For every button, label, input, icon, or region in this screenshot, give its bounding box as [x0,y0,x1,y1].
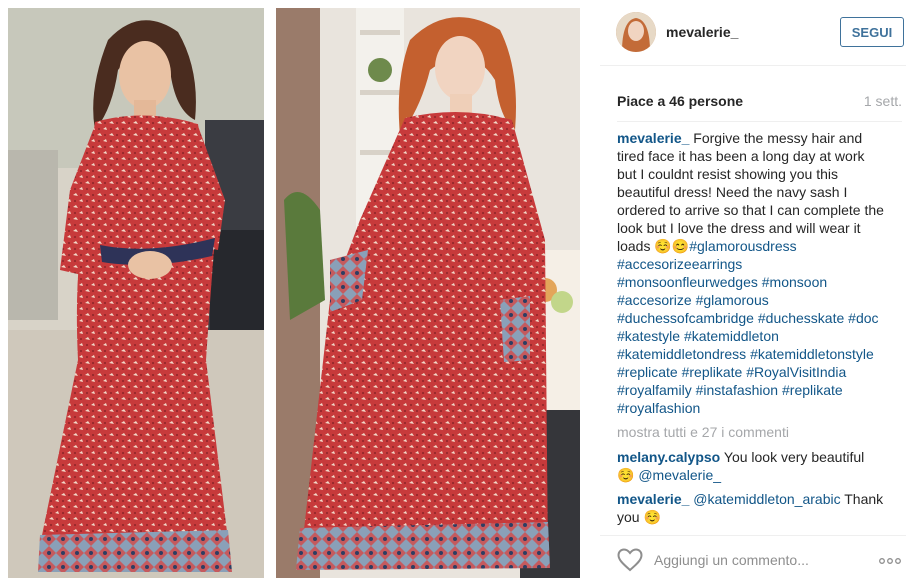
hashtag-link[interactable]: #duchessofcambridge [617,310,754,326]
hashtag-link[interactable]: #monsoonfleurwedges [617,274,758,290]
hashtag-link[interactable]: #doc [848,310,878,326]
caption-text: Forgive the messy hair and tired face it… [617,130,884,254]
avatar-image [616,12,656,52]
post-photo[interactable] [0,0,600,586]
add-comment-input[interactable] [654,550,854,570]
more-options-icon[interactable] [878,557,902,565]
right-photo [276,8,580,578]
post-actions [600,535,906,585]
avatar[interactable] [616,12,656,52]
post-timestamp[interactable]: 1 sett. [864,93,902,109]
left-photo [8,8,264,578]
follow-button[interactable]: SEGUI [840,17,904,47]
comment-author[interactable]: mevalerie_ [617,491,689,507]
comments-section: mevalerie_ Forgive the messy hair and ti… [617,129,885,532]
likes-count[interactable]: Piace a 46 persone [617,93,743,109]
hashtag-link[interactable]: #RoyalVisitIndia [746,364,846,380]
hashtag-link[interactable]: #katestyle [617,328,680,344]
post-header: mevalerie_ SEGUI [600,0,906,66]
caption: mevalerie_ Forgive the messy hair and ti… [617,129,885,417]
heart-icon[interactable] [617,548,643,572]
hashtag-link[interactable]: #replikate [782,382,843,398]
hashtag-link[interactable]: #katemiddleton [684,328,779,344]
hashtag-link[interactable]: #instafashion [696,382,779,398]
comment-mention[interactable]: @mevalerie_ [638,467,721,483]
hashtag-link[interactable]: #replikate [682,364,743,380]
hashtag-link[interactable]: #royalfashion [617,400,700,416]
comment-item: mevalerie_ @katemiddleton_arabic Thank y… [617,490,885,526]
hashtag-link[interactable]: #replicate [617,364,678,380]
hashtag-link[interactable]: #accesorize [617,292,692,308]
caption-author[interactable]: mevalerie_ [617,130,689,146]
divider [617,121,902,122]
comment-author[interactable]: melany.calypso [617,449,720,465]
hashtag-link[interactable]: #accesorizeearrings [617,256,742,272]
comment-item: melany.calypso You look very beautiful ☺… [617,448,885,484]
post-sidebar: mevalerie_ SEGUI Piace a 46 persone 1 se… [600,0,906,586]
hashtag-link[interactable]: #royalfamily [617,382,692,398]
show-all-comments-link[interactable]: mostra tutti e 27 i commenti [617,423,885,441]
author-username[interactable]: mevalerie_ [666,24,738,40]
comment-mention[interactable]: @katemiddleton_arabic [693,491,840,507]
hashtag-link[interactable]: #katemiddletonstyle [750,346,874,362]
hashtag-link[interactable]: #duchesskate [758,310,844,326]
caption-hashtags: #glamorousdress #accesorizeearrings #mon… [617,238,879,416]
hashtag-link[interactable]: #glamorousdress [689,238,796,254]
hashtag-link[interactable]: #monsoon [762,274,827,290]
hashtag-link[interactable]: #katemiddletondress [617,346,746,362]
likes-row: Piace a 46 persone 1 sett. [617,93,902,113]
hashtag-link[interactable]: #glamorous [696,292,769,308]
collage-image [8,8,580,578]
